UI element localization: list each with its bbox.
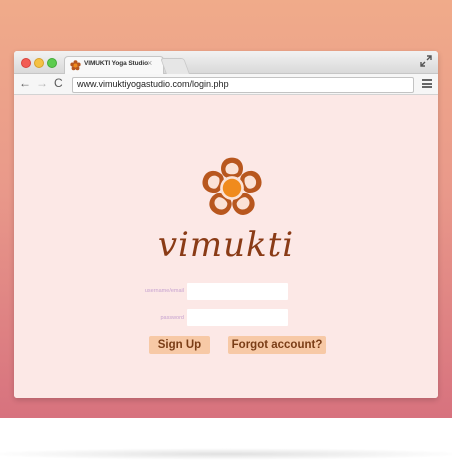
reload-icon[interactable]: C xyxy=(54,76,63,90)
tab-close-icon[interactable]: × xyxy=(147,58,152,68)
username-label: username/email xyxy=(144,288,184,294)
vimukti-flower-logo-icon xyxy=(202,157,262,215)
address-bar[interactable]: www.vimuktiyogastudio.com/login.php xyxy=(72,77,414,93)
favicon-icon xyxy=(70,60,81,71)
floor xyxy=(0,418,452,460)
password-label: password xyxy=(160,315,184,321)
password-input[interactable] xyxy=(187,309,288,326)
sign-up-button[interactable]: Sign Up xyxy=(149,336,210,354)
browser-toolbar: ← → C www.vimuktiyogastudio.com/login.ph… xyxy=(14,74,438,95)
browser-window: VIMUKTI Yoga Studio × ← → C www.vimuktiy… xyxy=(14,51,438,398)
username-input[interactable] xyxy=(187,283,288,300)
maximize-window-button[interactable] xyxy=(47,58,57,68)
url-text: www.vimuktiyogastudio.com/login.php xyxy=(77,79,229,89)
forward-arrow-icon[interactable]: → xyxy=(36,76,48,90)
new-tab-button[interactable] xyxy=(160,58,190,74)
close-window-button[interactable] xyxy=(21,58,31,68)
tab-title: VIMUKTI Yoga Studio xyxy=(84,60,148,67)
brand-name: vimukti xyxy=(157,225,295,265)
fullscreen-icon[interactable] xyxy=(420,55,432,67)
back-arrow-icon[interactable]: ← xyxy=(19,76,31,90)
forgot-account-button[interactable]: Forgot account? xyxy=(228,336,326,354)
minimize-window-button[interactable] xyxy=(34,58,44,68)
menu-icon[interactable] xyxy=(422,79,432,88)
tab-bar: VIMUKTI Yoga Studio × xyxy=(14,51,438,74)
page-content: vimukti username/email password Sign Up … xyxy=(14,95,438,398)
browser-tab[interactable]: VIMUKTI Yoga Studio × xyxy=(64,56,164,74)
